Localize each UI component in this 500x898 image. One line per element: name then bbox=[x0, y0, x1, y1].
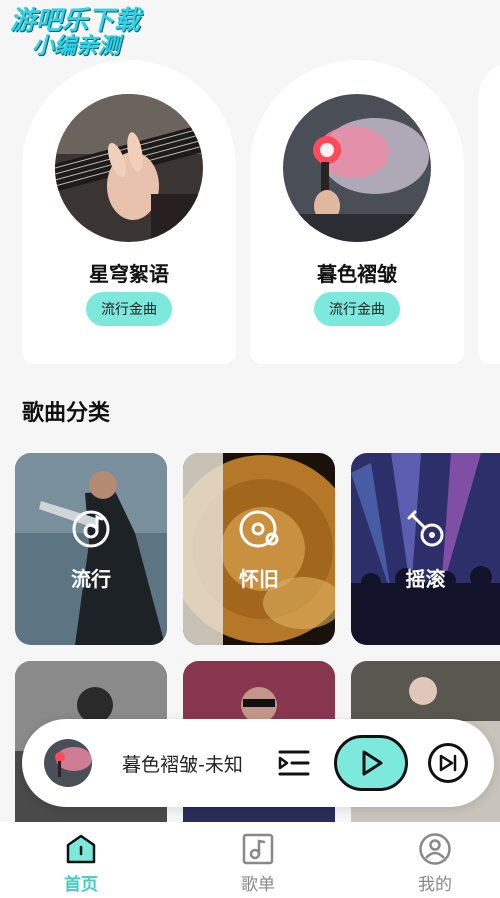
featured-card-title: 星穹絮语 bbox=[89, 262, 169, 286]
category-bg-pop bbox=[15, 453, 167, 645]
album-cover-guitar bbox=[55, 94, 203, 242]
skip-next-icon bbox=[439, 754, 457, 772]
tab-label: 我的 bbox=[418, 875, 452, 895]
cassette-disc-icon bbox=[239, 510, 279, 548]
category-bg-rock bbox=[351, 453, 500, 645]
watermark: 游吧乐下载 小编亲测 bbox=[10, 8, 140, 58]
home-icon bbox=[66, 834, 96, 864]
album-cover-flare bbox=[283, 94, 431, 242]
profile-icon bbox=[419, 833, 451, 865]
mini-player[interactable]: 暮色褶皱-未知 bbox=[22, 719, 494, 807]
now-playing-cover bbox=[44, 739, 92, 787]
tab-playlist[interactable]: 歌单 bbox=[208, 832, 308, 895]
featured-card-2[interactable]: 暮色褶皱 流行金曲 bbox=[250, 60, 464, 364]
category-tile-rock[interactable]: 摇滚 bbox=[351, 453, 500, 645]
vinyl-record-icon bbox=[72, 510, 110, 548]
watermark-line-2: 小编亲测 bbox=[32, 34, 121, 59]
category-tile-pop[interactable]: 流行 bbox=[15, 453, 167, 645]
next-track-button[interactable] bbox=[428, 743, 468, 783]
watermark-line-1: 游吧乐下载 bbox=[10, 6, 141, 36]
play-icon bbox=[362, 750, 383, 776]
tab-label: 歌单 bbox=[241, 875, 275, 895]
featured-card-title: 暮色褶皱 bbox=[317, 262, 397, 286]
category-label: 流行 bbox=[71, 567, 111, 591]
section-title: 歌曲分类 bbox=[22, 401, 111, 426]
genre-tag[interactable]: 流行金曲 bbox=[86, 292, 172, 326]
genre-tag[interactable]: 流行金曲 bbox=[314, 292, 400, 326]
guitar-icon bbox=[407, 510, 443, 547]
tab-label: 首页 bbox=[64, 875, 98, 895]
playlist-icon bbox=[278, 750, 310, 776]
playlist-button[interactable] bbox=[276, 745, 312, 781]
category-bg-nostalgia bbox=[183, 453, 335, 645]
play-button[interactable] bbox=[334, 735, 408, 791]
featured-card-1[interactable]: 星穹絮语 流行金曲 bbox=[22, 60, 236, 364]
music-note-icon bbox=[242, 833, 274, 865]
category-label: 摇滚 bbox=[405, 567, 446, 591]
now-playing-text: 暮色褶皱-未知 bbox=[122, 754, 243, 776]
category-label: 怀旧 bbox=[239, 567, 279, 591]
tab-home[interactable]: 首页 bbox=[31, 832, 131, 895]
featured-card-peek[interactable] bbox=[478, 60, 500, 364]
tab-mine[interactable]: 我的 bbox=[385, 832, 485, 895]
bottom-tab-bar: 首页 歌单 我的 bbox=[0, 822, 500, 898]
category-tile-nostalgia[interactable]: 怀旧 bbox=[183, 453, 335, 645]
